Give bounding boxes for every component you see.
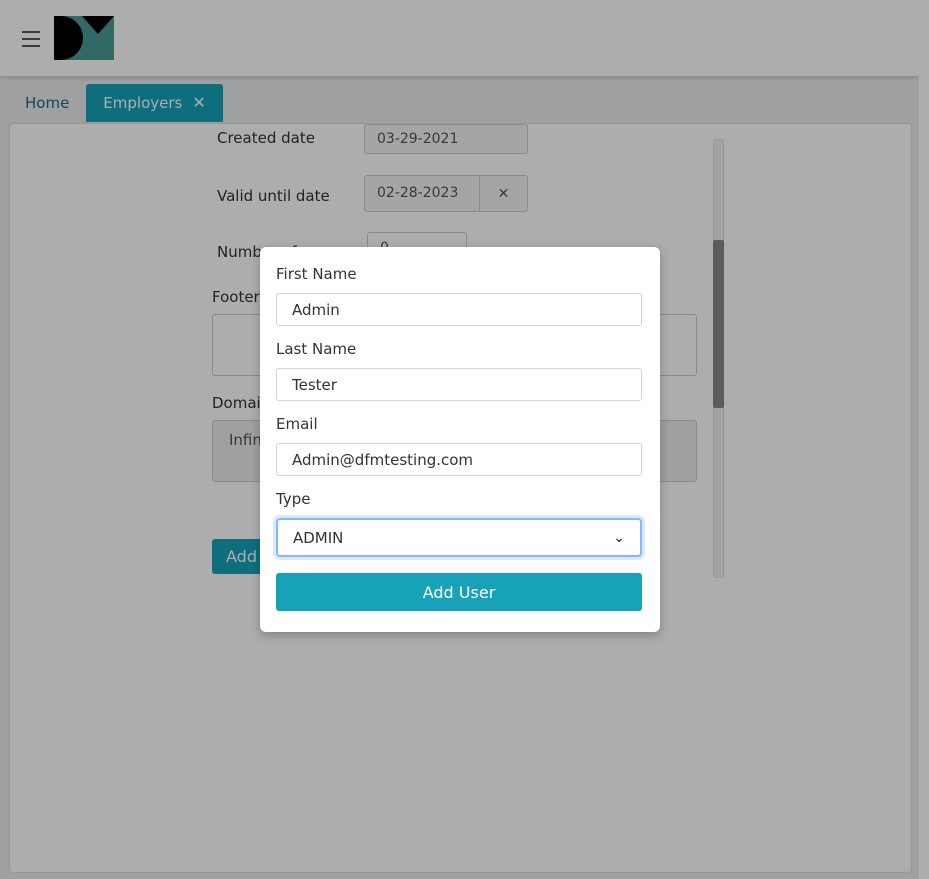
first-name-label: First Name <box>276 265 357 283</box>
add-user-button[interactable]: Add User <box>276 573 642 611</box>
type-select[interactable]: ADMIN ⌄ <box>276 518 642 557</box>
type-select-value: ADMIN <box>293 528 344 547</box>
type-label: Type <box>276 490 311 508</box>
email-input[interactable] <box>276 443 642 476</box>
add-user-dialog: First Name Last Name Email Type ADMIN ⌄ … <box>260 247 660 632</box>
email-label: Email <box>276 415 318 433</box>
first-name-input[interactable] <box>276 293 642 326</box>
last-name-input[interactable] <box>276 368 642 401</box>
last-name-label: Last Name <box>276 340 357 358</box>
chevron-down-icon: ⌄ <box>613 529 625 546</box>
